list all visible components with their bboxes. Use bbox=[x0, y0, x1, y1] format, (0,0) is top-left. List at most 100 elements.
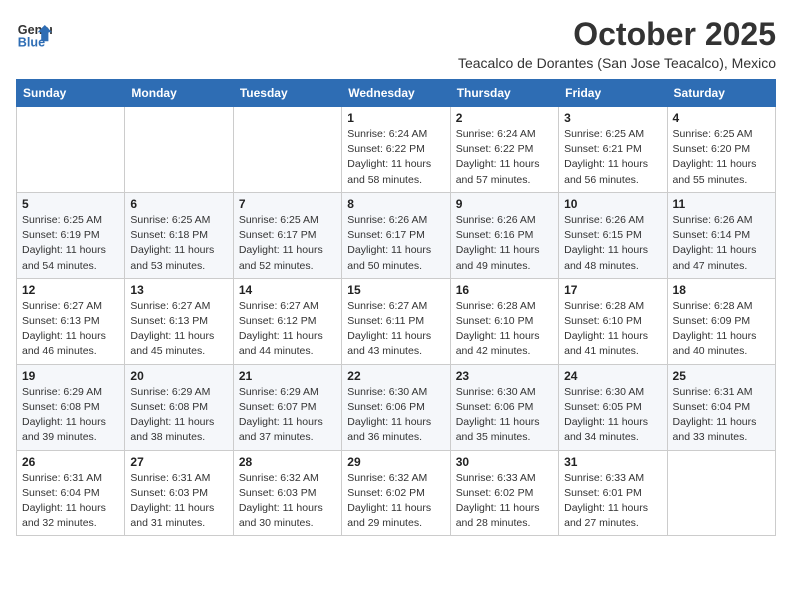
calendar-cell: 27 Sunrise: 6:31 AM Sunset: 6:03 PM Dayli… bbox=[125, 450, 233, 536]
day-info: Sunrise: 6:32 AM Sunset: 6:02 PM Dayligh… bbox=[347, 471, 444, 532]
calendar-week-5: 26 Sunrise: 6:31 AM Sunset: 6:04 PM Dayli… bbox=[17, 450, 776, 536]
day-info: Sunrise: 6:26 AM Sunset: 6:16 PM Dayligh… bbox=[456, 213, 553, 274]
calendar-cell: 6 Sunrise: 6:25 AM Sunset: 6:18 PM Daylig… bbox=[125, 192, 233, 278]
day-number: 23 bbox=[456, 369, 553, 383]
day-number: 13 bbox=[130, 283, 227, 297]
weekday-header-saturday: Saturday bbox=[667, 80, 775, 107]
day-number: 5 bbox=[22, 197, 119, 211]
day-number: 26 bbox=[22, 455, 119, 469]
calendar-cell: 8 Sunrise: 6:26 AM Sunset: 6:17 PM Daylig… bbox=[342, 192, 450, 278]
calendar-cell: 13 Sunrise: 6:27 AM Sunset: 6:13 PM Dayli… bbox=[125, 278, 233, 364]
calendar-cell: 28Sunrise: 6:32 AM Sunset: 6:03 PM Dayli… bbox=[233, 450, 341, 536]
day-info: Sunrise: 6:27 AM Sunset: 6:13 PM Dayligh… bbox=[130, 299, 227, 360]
day-info: Sunrise: 6:29 AM Sunset: 6:08 PM Dayligh… bbox=[22, 385, 119, 446]
calendar-cell: 9 Sunrise: 6:26 AM Sunset: 6:16 PM Daylig… bbox=[450, 192, 558, 278]
calendar-cell: 7 Sunrise: 6:25 AM Sunset: 6:17 PM Daylig… bbox=[233, 192, 341, 278]
day-number: 9 bbox=[456, 197, 553, 211]
day-number: 3 bbox=[564, 111, 661, 125]
day-number: 27 bbox=[130, 455, 227, 469]
month-title: October 2025 bbox=[458, 16, 776, 53]
day-info: Sunrise: 6:28 AM Sunset: 6:10 PM Dayligh… bbox=[456, 299, 553, 360]
day-number: 19 bbox=[22, 369, 119, 383]
calendar-cell: 10 Sunrise: 6:26 AM Sunset: 6:15 PM Dayli… bbox=[559, 192, 667, 278]
calendar-table: SundayMondayTuesdayWednesdayThursdayFrid… bbox=[16, 79, 776, 536]
weekday-header-thursday: Thursday bbox=[450, 80, 558, 107]
day-info: Sunrise: 6:26 AM Sunset: 6:17 PM Dayligh… bbox=[347, 213, 444, 274]
day-info: Sunrise: 6:28 AM Sunset: 6:09 PM Dayligh… bbox=[673, 299, 770, 360]
location-subtitle: Teacalco de Dorantes (San Jose Teacalco)… bbox=[458, 55, 776, 71]
weekday-header-sunday: Sunday bbox=[17, 80, 125, 107]
calendar-cell: 29Sunrise: 6:32 AM Sunset: 6:02 PM Dayli… bbox=[342, 450, 450, 536]
calendar-week-4: 19 Sunrise: 6:29 AM Sunset: 6:08 PM Dayli… bbox=[17, 364, 776, 450]
day-number: 11 bbox=[673, 197, 770, 211]
day-info: Sunrise: 6:24 AM Sunset: 6:22 PM Dayligh… bbox=[456, 127, 553, 188]
logo: General Blue bbox=[16, 16, 56, 52]
calendar-cell: 15Sunrise: 6:27 AM Sunset: 6:11 PM Dayli… bbox=[342, 278, 450, 364]
day-info: Sunrise: 6:25 AM Sunset: 6:17 PM Dayligh… bbox=[239, 213, 336, 274]
day-number: 16 bbox=[456, 283, 553, 297]
day-info: Sunrise: 6:26 AM Sunset: 6:14 PM Dayligh… bbox=[673, 213, 770, 274]
calendar-cell: 4Sunrise: 6:25 AM Sunset: 6:20 PM Daylig… bbox=[667, 107, 775, 193]
day-info: Sunrise: 6:33 AM Sunset: 6:01 PM Dayligh… bbox=[564, 471, 661, 532]
calendar-cell: 5Sunrise: 6:25 AM Sunset: 6:19 PM Daylig… bbox=[17, 192, 125, 278]
day-info: Sunrise: 6:25 AM Sunset: 6:18 PM Dayligh… bbox=[130, 213, 227, 274]
calendar-week-2: 5Sunrise: 6:25 AM Sunset: 6:19 PM Daylig… bbox=[17, 192, 776, 278]
day-info: Sunrise: 6:28 AM Sunset: 6:10 PM Dayligh… bbox=[564, 299, 661, 360]
day-info: Sunrise: 6:27 AM Sunset: 6:13 PM Dayligh… bbox=[22, 299, 119, 360]
calendar-cell: 2 Sunrise: 6:24 AM Sunset: 6:22 PM Daylig… bbox=[450, 107, 558, 193]
day-info: Sunrise: 6:30 AM Sunset: 6:06 PM Dayligh… bbox=[347, 385, 444, 446]
weekday-header-wednesday: Wednesday bbox=[342, 80, 450, 107]
svg-text:Blue: Blue bbox=[18, 36, 45, 50]
day-number: 31 bbox=[564, 455, 661, 469]
day-number: 17 bbox=[564, 283, 661, 297]
calendar-cell: 14 Sunrise: 6:27 AM Sunset: 6:12 PM Dayli… bbox=[233, 278, 341, 364]
day-info: Sunrise: 6:30 AM Sunset: 6:06 PM Dayligh… bbox=[456, 385, 553, 446]
calendar-cell: 21 Sunrise: 6:29 AM Sunset: 6:07 PM Dayli… bbox=[233, 364, 341, 450]
page-header: General Blue October 2025 Teacalco de Do… bbox=[16, 16, 776, 71]
day-info: Sunrise: 6:31 AM Sunset: 6:04 PM Dayligh… bbox=[22, 471, 119, 532]
calendar-cell: 22Sunrise: 6:30 AM Sunset: 6:06 PM Dayli… bbox=[342, 364, 450, 450]
calendar-cell: 11 Sunrise: 6:26 AM Sunset: 6:14 PM Dayli… bbox=[667, 192, 775, 278]
day-number: 15 bbox=[347, 283, 444, 297]
calendar-cell: 12 Sunrise: 6:27 AM Sunset: 6:13 PM Dayli… bbox=[17, 278, 125, 364]
day-info: Sunrise: 6:29 AM Sunset: 6:08 PM Dayligh… bbox=[130, 385, 227, 446]
calendar-cell: 3 Sunrise: 6:25 AM Sunset: 6:21 PM Daylig… bbox=[559, 107, 667, 193]
calendar-cell bbox=[667, 450, 775, 536]
day-number: 30 bbox=[456, 455, 553, 469]
calendar-cell bbox=[125, 107, 233, 193]
day-number: 2 bbox=[456, 111, 553, 125]
day-number: 6 bbox=[130, 197, 227, 211]
day-info: Sunrise: 6:31 AM Sunset: 6:04 PM Dayligh… bbox=[673, 385, 770, 446]
day-info: Sunrise: 6:32 AM Sunset: 6:03 PM Dayligh… bbox=[239, 471, 336, 532]
day-info: Sunrise: 6:24 AM Sunset: 6:22 PM Dayligh… bbox=[347, 127, 444, 188]
calendar-cell: 19 Sunrise: 6:29 AM Sunset: 6:08 PM Dayli… bbox=[17, 364, 125, 450]
calendar-cell: 16 Sunrise: 6:28 AM Sunset: 6:10 PM Dayli… bbox=[450, 278, 558, 364]
calendar-cell: 31 Sunrise: 6:33 AM Sunset: 6:01 PM Dayli… bbox=[559, 450, 667, 536]
logo-icon: General Blue bbox=[16, 16, 52, 52]
weekday-header-friday: Friday bbox=[559, 80, 667, 107]
calendar-cell: 20 Sunrise: 6:29 AM Sunset: 6:08 PM Dayli… bbox=[125, 364, 233, 450]
day-info: Sunrise: 6:33 AM Sunset: 6:02 PM Dayligh… bbox=[456, 471, 553, 532]
day-info: Sunrise: 6:31 AM Sunset: 6:03 PM Dayligh… bbox=[130, 471, 227, 532]
day-number: 7 bbox=[239, 197, 336, 211]
day-number: 20 bbox=[130, 369, 227, 383]
day-number: 14 bbox=[239, 283, 336, 297]
day-info: Sunrise: 6:25 AM Sunset: 6:21 PM Dayligh… bbox=[564, 127, 661, 188]
calendar-cell bbox=[233, 107, 341, 193]
day-info: Sunrise: 6:25 AM Sunset: 6:20 PM Dayligh… bbox=[673, 127, 770, 188]
weekday-header-row: SundayMondayTuesdayWednesdayThursdayFrid… bbox=[17, 80, 776, 107]
day-info: Sunrise: 6:26 AM Sunset: 6:15 PM Dayligh… bbox=[564, 213, 661, 274]
day-number: 21 bbox=[239, 369, 336, 383]
day-number: 12 bbox=[22, 283, 119, 297]
calendar-cell: 1Sunrise: 6:24 AM Sunset: 6:22 PM Daylig… bbox=[342, 107, 450, 193]
day-info: Sunrise: 6:30 AM Sunset: 6:05 PM Dayligh… bbox=[564, 385, 661, 446]
calendar-cell: 30 Sunrise: 6:33 AM Sunset: 6:02 PM Dayli… bbox=[450, 450, 558, 536]
day-info: Sunrise: 6:27 AM Sunset: 6:12 PM Dayligh… bbox=[239, 299, 336, 360]
calendar-week-3: 12 Sunrise: 6:27 AM Sunset: 6:13 PM Dayli… bbox=[17, 278, 776, 364]
calendar-cell: 26 Sunrise: 6:31 AM Sunset: 6:04 PM Dayli… bbox=[17, 450, 125, 536]
calendar-cell: 23 Sunrise: 6:30 AM Sunset: 6:06 PM Dayli… bbox=[450, 364, 558, 450]
day-number: 8 bbox=[347, 197, 444, 211]
day-info: Sunrise: 6:29 AM Sunset: 6:07 PM Dayligh… bbox=[239, 385, 336, 446]
day-number: 25 bbox=[673, 369, 770, 383]
day-number: 10 bbox=[564, 197, 661, 211]
